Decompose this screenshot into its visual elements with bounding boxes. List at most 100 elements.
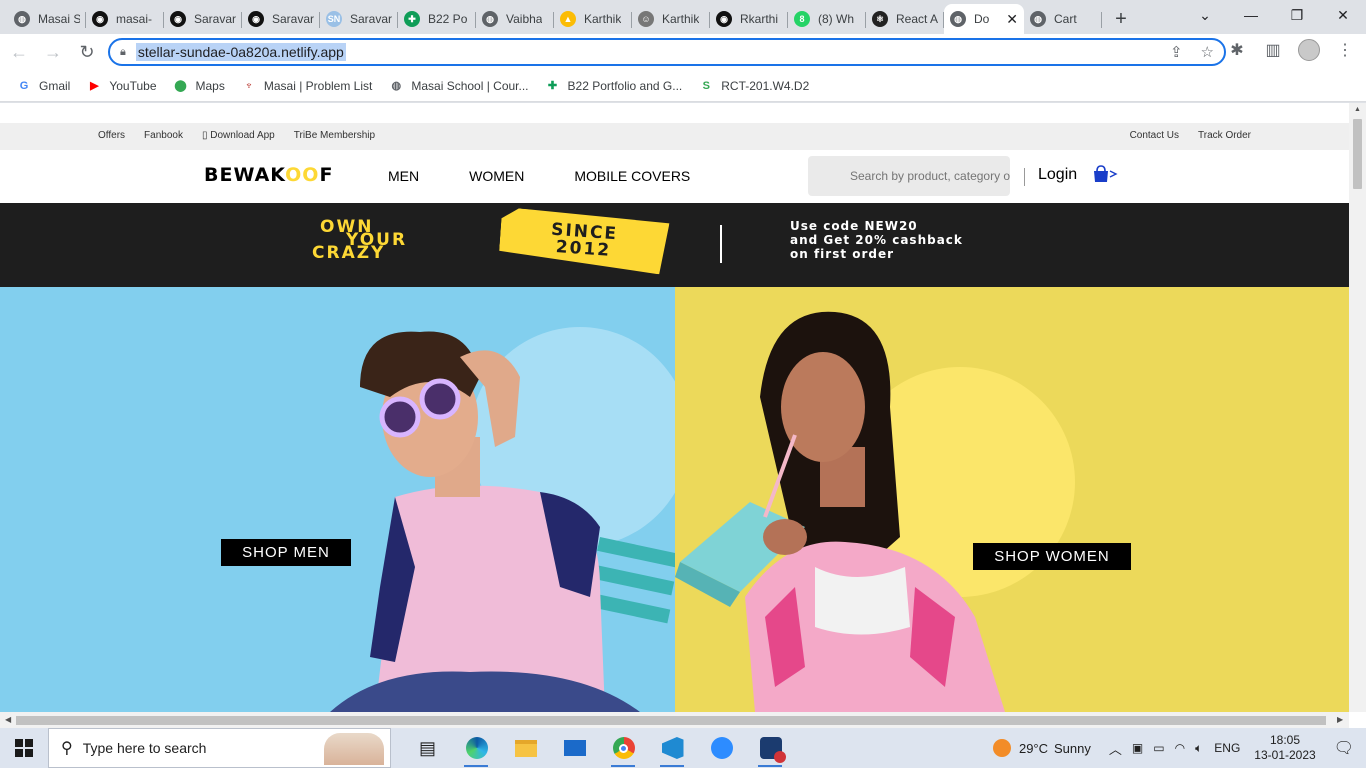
notification-icon[interactable]: 🗨︎ (1334, 738, 1354, 758)
forward-button[interactable]: → (38, 37, 68, 67)
promo-code-text: Use code NEW20 and Get 20% cashback on f… (790, 219, 963, 261)
shop-women-button[interactable]: SHOP WOMEN (973, 543, 1131, 570)
s-icon: S (702, 79, 710, 92)
weather-condition[interactable]: Sunny (1054, 741, 1091, 756)
address-bar[interactable]: 🔒︎ stellar-sundae-0a820a.netlify.app ⇪ ☆ (108, 38, 1226, 66)
browser-tab[interactable]: ▲ Karthik (554, 4, 632, 34)
menu-mobile-covers[interactable]: MOBILE COVERS (574, 168, 690, 184)
zoom-icon[interactable] (697, 728, 746, 768)
language-indicator[interactable]: ENG (1214, 741, 1240, 755)
tab-title: Karthik (662, 12, 700, 26)
clock[interactable]: 18:05 13-01-2023 (1254, 733, 1315, 763)
meet-icon[interactable]: ▣ (1132, 741, 1143, 755)
file-explorer-icon[interactable] (501, 728, 550, 768)
wifi-icon[interactable]: ◠ (1175, 741, 1185, 755)
bewakoof-logo[interactable]: BEWAKOOF (204, 164, 333, 186)
weather-temp[interactable]: 29°C (1019, 741, 1048, 756)
browser-tab[interactable]: ◉ Saravar (164, 4, 242, 34)
scroll-up-arrow-icon[interactable]: ▲ (1349, 106, 1366, 113)
bookmark-item[interactable]: ✚ B22 Portfolio and G... (545, 78, 682, 94)
logo-text-mid: OO (285, 164, 320, 186)
extensions-icon[interactable]: ✱ (1226, 40, 1248, 60)
minimize-icon[interactable]: — (1228, 0, 1274, 30)
tab-title: Saravar (272, 12, 314, 26)
browser-tab[interactable]: ◉ Rkarthi (710, 4, 788, 34)
browser-tab[interactable]: ✚ B22 Po (398, 4, 476, 34)
teams-icon[interactable] (746, 728, 795, 768)
bookmark-item[interactable]: ▶ YouTube (86, 78, 156, 94)
browser-tab[interactable]: ☺ Karthik (632, 4, 710, 34)
vertical-scroll-thumb[interactable] (1353, 119, 1362, 189)
browser-tab[interactable]: ◍ Do ✕ (944, 4, 1024, 34)
offers-link[interactable]: Offers (98, 130, 125, 141)
fanbook-link[interactable]: Fanbook (144, 130, 183, 141)
tab-title: masai- (116, 12, 153, 26)
browser-tab[interactable]: ⚛ React A (866, 4, 944, 34)
browser-tab[interactable]: SN Saravar (320, 4, 398, 34)
contact-us-link[interactable]: Contact Us (1130, 130, 1179, 141)
browser-tab[interactable]: 8 (8) Wh (788, 4, 866, 34)
bookmark-star-icon[interactable]: ☆ (1201, 43, 1214, 61)
windows-taskbar: ⚲ Type here to search ▤ 29°C Sunny ︿ ▣ ▭… (0, 728, 1366, 768)
battery-icon[interactable]: ▭ (1153, 741, 1164, 755)
taskbar-search-box[interactable]: ⚲ Type here to search (48, 728, 391, 768)
horizontal-scroll-thumb[interactable] (16, 716, 1326, 725)
new-tab-button[interactable]: + (1106, 4, 1136, 34)
browser-tab[interactable]: ◍ Vaibha (476, 4, 554, 34)
bookmark-item[interactable]: S RCT-201.W4.D2 (698, 78, 810, 94)
bookmark-item[interactable]: ⬤ Maps (173, 78, 225, 94)
share-icon[interactable]: ⇪ (1170, 43, 1183, 61)
restore-icon[interactable]: ❐ (1274, 0, 1320, 30)
bookmark-label: RCT-201.W4.D2 (721, 78, 810, 93)
shop-men-button[interactable]: SHOP MEN (221, 539, 351, 566)
promo-code-line-2: and Get 20% cashback (790, 233, 963, 247)
tribe-membership-link[interactable]: TriBe Membership (294, 130, 375, 141)
browser-tab[interactable]: ◍ Cart (1024, 4, 1102, 34)
tab-title: Vaibha (506, 12, 543, 26)
tab-search-chevron-icon[interactable]: ⌄ (1182, 0, 1228, 30)
site-search-box[interactable] (808, 156, 1010, 196)
bewakoof-page: Offers Fanbook ▯ Download App TriBe Memb… (0, 103, 1349, 712)
promo-banner[interactable]: OWN YOUR CRAZY SINCE 2012 Use code NEW20 … (0, 203, 1349, 287)
bookmark-item[interactable]: ◍ Masai School | Cour... (388, 78, 529, 94)
tray-chevron-up-icon[interactable]: ︿ (1109, 739, 1122, 758)
mail-icon[interactable] (550, 728, 599, 768)
url-text[interactable]: stellar-sundae-0a820a.netlify.app (135, 43, 346, 61)
hero-women-banner[interactable]: SHOP WOMEN (675, 287, 1349, 712)
scroll-right-arrow-icon[interactable]: ▶ (1337, 715, 1343, 724)
login-link[interactable]: Login (1038, 166, 1077, 184)
bookmark-item[interactable]: ♆ Masai | Problem List (241, 78, 373, 94)
reload-button[interactable]: ↻ (72, 37, 102, 67)
download-app-link[interactable]: ▯ Download App (202, 130, 275, 141)
horizontal-scrollbar[interactable]: ◀ ▶ (0, 712, 1349, 728)
vscode-icon[interactable] (648, 728, 697, 768)
side-panel-icon[interactable]: ▥ (1262, 40, 1284, 60)
hero-men-banner[interactable]: SHOP MEN (0, 287, 675, 712)
profile-avatar[interactable] (1298, 39, 1320, 61)
bookmark-item[interactable]: G Gmail (16, 78, 71, 94)
cart-bag-icon[interactable] (1092, 165, 1118, 188)
lock-icon[interactable]: 🔒︎ (120, 46, 126, 59)
close-window-icon[interactable]: ✕ (1320, 0, 1366, 30)
browser-tab[interactable]: ◉ masai- (86, 4, 164, 34)
chrome-icon[interactable] (599, 728, 648, 768)
vertical-scrollbar[interactable]: ▲ (1349, 103, 1366, 712)
edge-icon[interactable] (452, 728, 501, 768)
site-search-input[interactable] (850, 169, 1010, 183)
scroll-left-arrow-icon[interactable]: ◀ (5, 715, 11, 724)
menu-women[interactable]: WOMEN (469, 168, 524, 184)
browser-tab[interactable]: ◍ Masai S (8, 4, 86, 34)
sn-icon: SN (326, 11, 342, 27)
volume-icon[interactable]: 🔈︎ (1195, 741, 1202, 756)
start-button[interactable] (0, 728, 48, 768)
track-order-link[interactable]: Track Order (1198, 130, 1251, 141)
browser-tab[interactable]: ◉ Saravar (242, 4, 320, 34)
back-button[interactable]: ← (4, 37, 34, 67)
bookmark-label: Maps (195, 78, 225, 93)
task-view-icon[interactable]: ▤ (403, 728, 452, 768)
close-tab-icon[interactable]: ✕ (1006, 11, 1018, 28)
logo-text-post: F (319, 164, 334, 186)
youtube-icon: ▶ (90, 80, 99, 92)
more-menu-icon[interactable]: ⋮ (1334, 40, 1356, 60)
menu-men[interactable]: MEN (388, 168, 419, 184)
